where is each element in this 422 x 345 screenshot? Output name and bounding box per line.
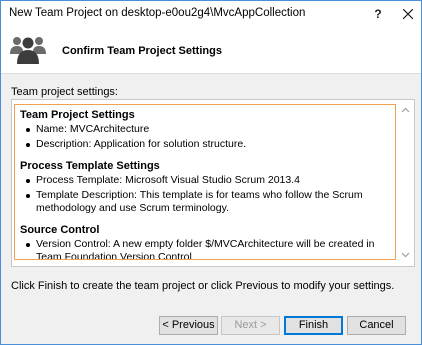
section-heading-process-template: Process Template Settings xyxy=(20,160,160,172)
help-button[interactable]: ? xyxy=(367,4,389,24)
settings-panel[interactable]: Team Project Settings Name: MVCArchitect… xyxy=(11,99,415,267)
settings-content: Team Project Settings Name: MVCArchitect… xyxy=(14,104,396,260)
close-icon xyxy=(402,8,414,20)
dialog-window: New Team Project on desktop-e0ou2g4\MvcA… xyxy=(0,0,422,345)
finish-button[interactable]: Finish xyxy=(284,316,343,335)
list-item: Name: MVCArchitecture xyxy=(26,123,390,136)
list-item: Version Control: A new empty folder $/MV… xyxy=(26,238,390,259)
close-button[interactable] xyxy=(397,4,419,24)
list-item: Description: Application for solution st… xyxy=(26,138,390,151)
team-project-list: Name: MVCArchitecture Description: Appli… xyxy=(20,123,390,151)
source-control-list: Version Control: A new empty folder $/MV… xyxy=(20,238,390,259)
window-title: New Team Project on desktop-e0ou2g4\MvcA… xyxy=(9,7,306,19)
instruction-text: Click Finish to create the team project … xyxy=(11,280,395,292)
list-item: Template Description: This template is f… xyxy=(26,189,390,215)
chevron-down-icon[interactable] xyxy=(401,250,410,259)
next-button[interactable]: Next > xyxy=(221,316,280,335)
list-item: Process Template: Microsoft Visual Studi… xyxy=(26,174,390,187)
previous-button[interactable]: < Previous xyxy=(159,316,218,335)
cancel-button[interactable]: Cancel xyxy=(347,316,406,335)
team-people-icon xyxy=(10,37,46,64)
wizard-banner: Confirm Team Project Settings xyxy=(1,27,421,74)
section-heading-team-project: Team Project Settings xyxy=(20,109,135,121)
chevron-up-icon[interactable] xyxy=(401,106,410,115)
process-template-list: Process Template: Microsoft Visual Studi… xyxy=(20,174,390,215)
vertical-scrollbar[interactable] xyxy=(398,100,413,266)
page-title: Confirm Team Project Settings xyxy=(62,45,222,57)
title-bar[interactable]: New Team Project on desktop-e0ou2g4\MvcA… xyxy=(1,1,421,27)
settings-label: Team project settings: xyxy=(11,86,118,98)
section-heading-source-control: Source Control xyxy=(20,224,100,236)
